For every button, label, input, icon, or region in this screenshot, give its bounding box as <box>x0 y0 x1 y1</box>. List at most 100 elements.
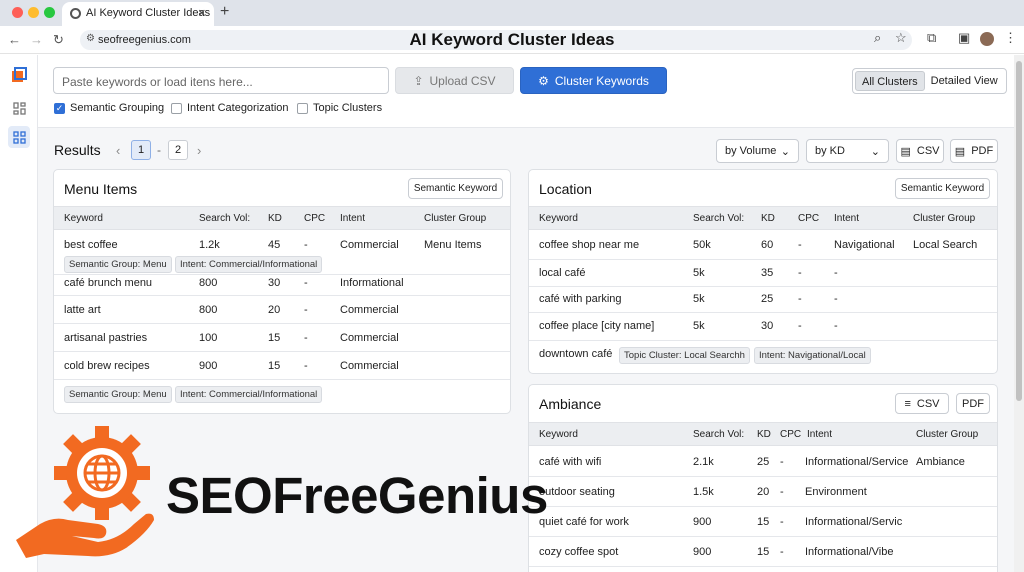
col-search-volume[interactable]: Search Vol: <box>693 213 744 224</box>
col-keyword[interactable]: Keyword <box>64 213 103 224</box>
keyword-cell: outdoor seating <box>539 486 615 498</box>
topic-clusters-checkbox[interactable]: Topic Clusters <box>297 102 382 114</box>
keywords-input[interactable]: Paste keywords or load itens here... <box>53 67 389 94</box>
table-row[interactable]: quiet café for work 900 15 - Information… <box>529 507 997 537</box>
table-row[interactable]: local café 5k 35 - - <box>529 260 997 287</box>
cluster-keywords-button[interactable]: ⚙ Cluster Keywords <box>520 67 667 94</box>
page-1-button[interactable]: 1 <box>131 140 151 160</box>
next-page-icon[interactable]: › <box>197 143 201 158</box>
page-scrollbar[interactable] <box>1014 55 1024 572</box>
sidepanel-icon[interactable]: ▣ <box>958 30 970 46</box>
more-menu-icon[interactable]: ⋮ <box>1004 30 1017 46</box>
scrollbar-thumb[interactable] <box>1016 61 1022 401</box>
keyword-cell: café with parking <box>539 293 622 305</box>
minimize-window-dot[interactable] <box>28 7 39 18</box>
col-keyword[interactable]: Keyword <box>539 429 578 440</box>
semantic-keyword-button[interactable]: Semantic Keyword <box>895 178 990 199</box>
extensions-icon[interactable]: ⧉ <box>927 30 936 46</box>
bookmark-star-icon[interactable]: ☆ <box>895 30 907 46</box>
cpc-cell: - <box>780 486 784 498</box>
forward-icon[interactable]: → <box>30 32 43 47</box>
table-row[interactable]: coffee shop near me 50k 60 - Navigationa… <box>529 231 997 260</box>
browser-tab[interactable]: AI Keyword Cluster Ideas × <box>62 2 214 26</box>
all-clusters-tab[interactable]: All Clusters <box>855 71 925 91</box>
col-cpc[interactable]: CPC <box>798 213 819 224</box>
intent-cell: Informational/Service <box>805 456 909 468</box>
table-row[interactable]: cozy coffee spot 900 15 - Informational/… <box>529 537 997 567</box>
col-intent[interactable]: Intent <box>834 213 859 224</box>
table-row[interactable]: coffee place [city name] 5k 30 - - <box>529 313 997 341</box>
tab-title: AI Keyword Cluster Ideas <box>86 7 211 19</box>
prev-page-icon[interactable]: ‹ <box>116 143 120 158</box>
app-logo-icon[interactable] <box>8 64 30 86</box>
table-row[interactable]: cold brew recipes 900 15 - Commercial <box>54 352 510 380</box>
intent-cell: - <box>834 267 838 279</box>
col-intent[interactable]: Intent <box>807 429 832 440</box>
cpc-cell: - <box>798 239 802 251</box>
col-search-volume[interactable]: Search Vol: <box>199 213 250 224</box>
table-row[interactable]: latte art 800 20 - Commercial <box>54 296 510 324</box>
kd-cell: 20 <box>757 486 770 498</box>
new-tab-icon[interactable]: + <box>220 3 229 21</box>
semantic-keyword-button[interactable]: Semantic Keyword <box>408 178 503 199</box>
intent-cell: Informational/Servic <box>805 516 903 528</box>
zoom-icon[interactable]: ⌕ <box>874 30 881 46</box>
ambiance-card: Ambiance ≡ CSV PDF Keyword Search Vol: K… <box>528 384 998 572</box>
table-row[interactable]: café with parking 5k 25 - - <box>529 287 997 313</box>
upload-icon: ⇪ <box>413 73 424 88</box>
kd-cell: 15 <box>757 546 770 558</box>
ambiance-csv-button[interactable]: ≡ CSV <box>895 393 949 414</box>
col-keyword[interactable]: Keyword <box>539 213 578 224</box>
maximize-window-dot[interactable] <box>44 7 55 18</box>
kd-cell: 15 <box>268 360 281 372</box>
topic-clusters-label: Topic Clusters <box>313 102 383 114</box>
close-tab-icon[interactable]: × <box>198 5 206 20</box>
col-cluster-group[interactable]: Cluster Group <box>916 429 978 440</box>
back-icon[interactable]: ← <box>8 32 21 47</box>
col-cpc[interactable]: CPC <box>304 213 325 224</box>
dashboard-icon[interactable] <box>8 97 30 119</box>
col-search-volume[interactable]: Search Vol: <box>693 429 744 440</box>
col-kd[interactable]: KD <box>268 213 282 224</box>
avatar[interactable] <box>980 32 994 46</box>
col-kd[interactable]: KD <box>761 213 775 224</box>
cpc-cell: - <box>304 332 308 344</box>
ambiance-pdf-button[interactable]: PDF <box>956 393 990 414</box>
export-pdf-button[interactable]: ▤ PDF <box>950 139 998 163</box>
table-header: Keyword Search Vol: KD CPC Intent Cluste… <box>529 206 997 230</box>
col-cluster-group[interactable]: Cluster Group <box>424 213 486 224</box>
browser-tab-bar: AI Keyword Cluster Ideas × + <box>0 0 1024 26</box>
sort-volume-select[interactable]: by Volume ⌄ <box>716 139 799 163</box>
table-row[interactable]: best coffee 1.2k 45 - Commercial Menu It… <box>54 231 510 275</box>
col-kd[interactable]: KD <box>757 429 771 440</box>
col-intent[interactable]: Intent <box>340 213 365 224</box>
intent-categorization-checkbox[interactable]: Intent Categorization <box>171 102 289 114</box>
url-field[interactable]: ⚙ seofreegenius.com <box>80 30 912 50</box>
volume-cell: 50k <box>693 239 711 251</box>
table-row[interactable]: artisanal pastries 100 15 - Commercial <box>54 324 510 352</box>
checkbox-box <box>171 102 182 114</box>
upload-csv-button[interactable]: ⇪ Upload CSV <box>395 67 514 94</box>
reload-icon[interactable]: ↻ <box>53 32 64 48</box>
table-row[interactable]: café with wifi 2.1k 25 - Informational/S… <box>529 447 997 477</box>
close-window-dot[interactable] <box>12 7 23 18</box>
page-2-button[interactable]: 2 <box>168 140 188 160</box>
sort-kd-select[interactable]: by KD ⌄ <box>806 139 889 163</box>
detailed-view-tab[interactable]: Detailed View <box>925 71 1004 91</box>
cpc-cell: - <box>798 267 802 279</box>
table-row[interactable]: café brunch menu 800 30 - Informational <box>54 275 510 296</box>
cpc-cell: - <box>798 293 802 305</box>
col-cluster-group[interactable]: Cluster Group <box>913 213 975 224</box>
site-settings-icon[interactable]: ⚙ <box>86 33 95 44</box>
kd-cell: 15 <box>268 332 281 344</box>
export-csv-button[interactable]: ▤ CSV <box>896 139 944 163</box>
export-pdf-label: PDF <box>971 145 994 157</box>
chevron-down-icon: ⌄ <box>870 145 880 158</box>
intent-cell: Informational/Vibe <box>805 546 894 558</box>
table-row[interactable]: outdoor seating 1.5k 20 - Environment <box>529 477 997 507</box>
checkbox-box <box>297 102 308 114</box>
cpc-cell: - <box>304 304 308 316</box>
clusters-icon[interactable] <box>8 126 30 148</box>
semantic-grouping-checkbox[interactable]: ✓ Semantic Grouping <box>54 102 164 114</box>
col-cpc[interactable]: CPC <box>780 429 801 440</box>
